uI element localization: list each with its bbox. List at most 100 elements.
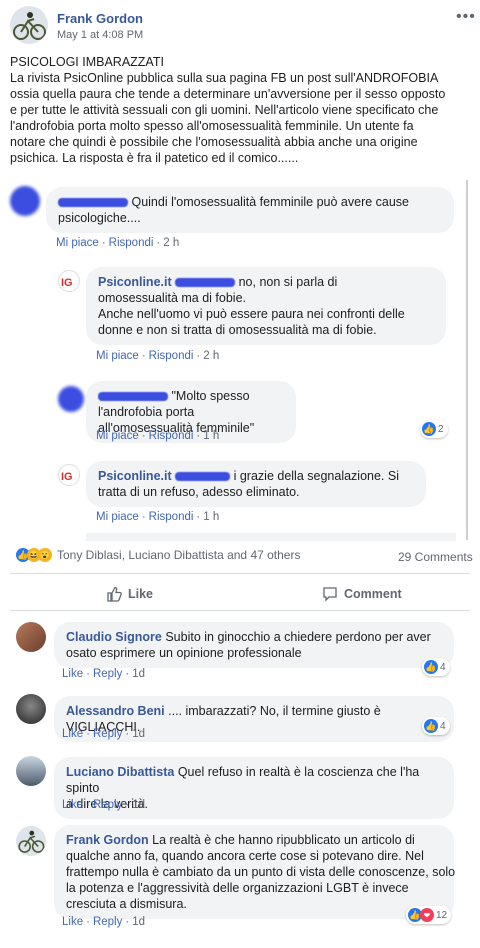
commenter-avatar[interactable] — [16, 826, 46, 856]
like-link[interactable]: Mi piace — [96, 350, 139, 362]
reaction-count: 12 — [436, 909, 448, 921]
comment-time: 2 h — [203, 350, 220, 362]
comment-button-label: Comment — [344, 587, 402, 601]
post-body-line: ossia quella paura che tende a determina… — [10, 87, 446, 101]
comment-text: qualche anno fa, quando ancora certe cos… — [66, 849, 424, 863]
comment-time: 1d — [132, 916, 145, 928]
post-title: PSICOLOGI IMBARAZZATI — [10, 55, 164, 69]
reaction-count-badge[interactable]: 👍 4 — [422, 658, 450, 676]
comment-text: la potenza e l'aggressività delle organi… — [66, 881, 409, 895]
like-link[interactable]: Like — [62, 916, 83, 928]
post-body-line: psichica. La risposta è fra il patetico … — [10, 151, 299, 165]
like-link[interactable]: Like — [62, 799, 83, 811]
like-link[interactable]: Mi piace — [56, 237, 99, 249]
comment-button[interactable]: Comment — [322, 586, 402, 602]
comment-text: donne e non si tratta di omosessualità m… — [98, 323, 377, 337]
reaction-count: 2 — [438, 423, 444, 435]
comment-text: tratta di un refuso, adesso eliminato. — [98, 485, 300, 499]
commenter-name[interactable]: Psiconline.it — [98, 275, 172, 289]
post-body-line: La rivista PsicOnline pubblica sulla sua… — [10, 71, 439, 85]
like-link[interactable]: Like — [62, 728, 83, 740]
author-avatar[interactable] — [10, 6, 48, 44]
comment-time: 1 h — [203, 430, 220, 442]
comment-actions: Like · Reply · 1d — [62, 799, 145, 811]
embedded-actions-2: Mi piace · Rispondi · 2 h — [96, 350, 220, 362]
like-link[interactable]: Like — [62, 668, 83, 680]
blurred-avatar — [10, 186, 40, 216]
like-button[interactable]: Like — [106, 586, 153, 602]
reactors-text[interactable]: Tony Diblasi, Luciano Dibattista and 47 … — [57, 548, 300, 562]
svg-text:IG: IG — [61, 471, 73, 483]
commenter-avatar[interactable] — [16, 756, 46, 786]
like-link[interactable]: Mi piace — [96, 511, 139, 523]
reply-link[interactable]: Reply — [93, 728, 122, 740]
reply-link[interactable]: Reply — [93, 916, 122, 928]
like-reaction-icon: 👍 — [424, 660, 438, 674]
wow-reaction-icon: 😮 — [38, 548, 52, 562]
commenter-name[interactable]: Luciano Dibattista — [66, 765, 174, 779]
reply-link[interactable]: Reply — [93, 799, 122, 811]
embedded-comment-1: Quindi l'omosessualità femminile può ave… — [46, 187, 454, 233]
embedded-actions-3: Mi piace · Rispondi · 1 h — [96, 430, 220, 442]
commenter-name[interactable]: Psiconline.it — [98, 469, 172, 483]
reply-link[interactable]: Rispondi — [149, 430, 194, 442]
reply-link[interactable]: Reply — [93, 668, 122, 680]
love-reaction-icon: ❤ — [420, 908, 434, 922]
comment-text: La realtà è che hanno ripubblicato un ar… — [152, 833, 415, 847]
redacted-name — [175, 472, 231, 482]
comment-bubble: Frank Gordon La realtà è che hanno ripub… — [54, 825, 456, 919]
comment-actions: Like · Reply · 1d — [62, 916, 145, 928]
post-body-line: e per tutte le attività sessuali con gli… — [10, 103, 439, 117]
comment-text: osato esprimere un opinione professional… — [66, 646, 302, 660]
cut-off-bubble — [86, 533, 456, 541]
reaction-count: 4 — [440, 661, 446, 673]
post-body-line: notare che quindi è possibile che l'omos… — [10, 135, 418, 149]
screenshot-border — [466, 180, 468, 540]
comment-time: 1d — [132, 668, 145, 680]
bicycle-avatar-icon — [18, 830, 45, 853]
comment-time: 1d — [132, 728, 145, 740]
comments-count[interactable]: 29 Comments — [398, 550, 473, 564]
comment-time: 1 h — [203, 511, 220, 523]
comment-actions: Like · Reply · 1d — [62, 728, 145, 740]
post-date[interactable]: May 1 at 4:08 PM — [57, 29, 143, 41]
reaction-count-badge[interactable]: 👍 ❤ 12 — [406, 906, 452, 924]
reply-link[interactable]: Rispondi — [149, 350, 194, 362]
reply-link[interactable]: Rispondi — [149, 511, 194, 523]
commenter-avatar[interactable] — [16, 694, 46, 724]
post-author-name[interactable]: Frank Gordon — [57, 11, 143, 26]
reaction-summary[interactable]: 👍 😆 😮 Tony Diblasi, Luciano Dibattista a… — [16, 548, 300, 562]
comment-bubble: Claudio Signore Subito in ginocchio a ch… — [54, 622, 454, 668]
psiconline-logo-icon: IG — [58, 464, 80, 486]
reaction-count: 4 — [440, 720, 446, 732]
divider — [10, 610, 470, 611]
commenter-name[interactable]: Claudio Signore — [66, 630, 162, 644]
redacted-name — [58, 198, 128, 208]
reaction-count-badge[interactable]: 👍 2 — [420, 420, 448, 438]
psiconline-logo-icon: IG — [58, 270, 80, 292]
comment-text: Anche nell'uomo vi può essere paura nei … — [98, 307, 405, 321]
comment-text: Subito in ginocchio a chiedere perdono p… — [165, 630, 431, 644]
blurred-avatar — [58, 386, 84, 412]
like-link[interactable]: Mi piace — [96, 430, 139, 442]
embedded-actions-4: Mi piace · Rispondi · 1 h — [96, 511, 220, 523]
commenter-avatar[interactable] — [16, 622, 46, 652]
comment-actions: Like · Reply · 1d — [62, 668, 145, 680]
commenter-name[interactable]: Alessandro Beni — [66, 704, 165, 718]
post-body-line: l'androfobia porta molto spesso all'omos… — [10, 119, 414, 133]
comment-time: 1d — [132, 799, 145, 811]
more-options-icon[interactable]: ••• — [456, 8, 476, 26]
comment-text: omosessualità ma di fobie. — [98, 291, 246, 305]
divider — [10, 573, 470, 574]
reply-link[interactable]: Rispondi — [109, 237, 154, 249]
like-button-label: Like — [128, 587, 154, 601]
reaction-count-badge[interactable]: 👍 4 — [422, 717, 450, 735]
embedded-comment-4: Psiconline.it i grazie della segnalazion… — [86, 461, 426, 507]
like-reaction-icon: 👍 — [422, 422, 436, 436]
bicycle-avatar-icon — [13, 12, 46, 40]
comment-text: frattempo nulla è cambiato da un punto d… — [66, 865, 456, 879]
embedded-actions-1: Mi piace · Rispondi · 2 h — [56, 237, 180, 249]
like-reaction-icon: 👍 — [424, 719, 438, 733]
redacted-name — [175, 278, 236, 288]
commenter-name[interactable]: Frank Gordon — [66, 833, 149, 847]
